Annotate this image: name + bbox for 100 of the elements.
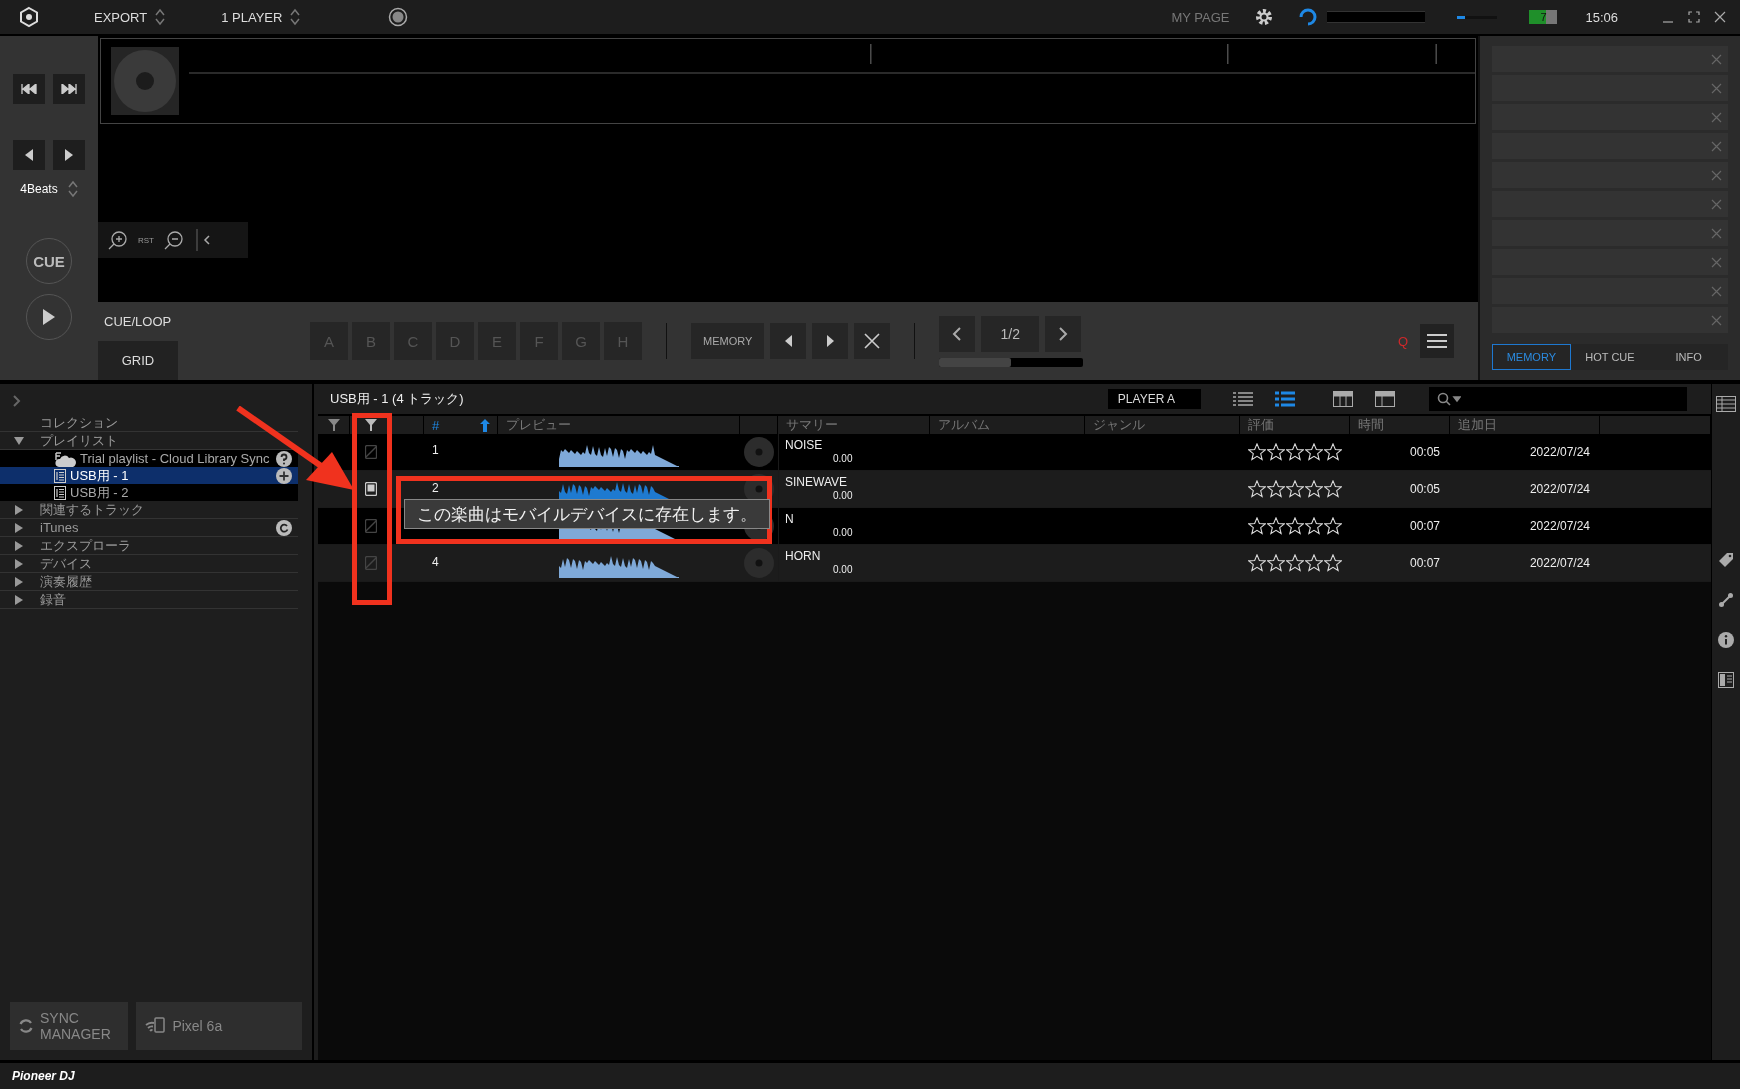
zoom-out-icon[interactable] (164, 230, 184, 250)
bpm-value: 0.00 (832, 452, 854, 465)
playlist-item[interactable]: USB用 - 2 (0, 484, 298, 501)
my-page-link[interactable]: MY PAGE (1171, 9, 1230, 25)
tree-label: iTunes (40, 520, 79, 535)
tree-item[interactable]: デバイス (0, 555, 298, 573)
column-header[interactable]: # (432, 417, 440, 433)
beat-jump-forward-button[interactable] (53, 140, 85, 170)
memory-button[interactable]: MEMORY (691, 323, 765, 359)
track-number: 2 (432, 481, 439, 495)
star-icon (1305, 554, 1323, 572)
playlist-title: USB用 - 1 (4 トラック) (329, 390, 464, 408)
previous-memory-button[interactable] (770, 323, 807, 359)
track-title: SINEWAVE (785, 476, 848, 489)
expanded-triangle-icon[interactable] (14, 435, 24, 446)
beat-jump-back-button[interactable] (13, 140, 45, 170)
collapsed-triangle-icon[interactable] (14, 504, 24, 515)
collapsed-triangle-icon[interactable] (14, 522, 24, 533)
layout-icon[interactable] (1333, 391, 1353, 407)
disc-icon (744, 548, 774, 578)
track-title: NOISE (785, 439, 824, 452)
detailed-list-icon[interactable] (1275, 391, 1295, 407)
collapsed-triangle-icon[interactable] (14, 540, 24, 551)
search-field[interactable] (1429, 387, 1687, 411)
player-selector[interactable]: 1 PLAYER (221, 9, 283, 25)
panel-tab[interactable]: HOT CUE (1570, 344, 1650, 370)
left-triangle-icon (24, 149, 34, 161)
filter-icon[interactable] (327, 419, 340, 431)
sync-manager-button[interactable]: SYNC MANAGER (10, 1002, 129, 1050)
date-added: 2022/07/24 (1528, 518, 1591, 535)
panel-tab[interactable]: GRID (98, 341, 178, 380)
maximize-icon[interactable] (1688, 11, 1700, 23)
tree-label: コレクション (40, 413, 118, 432)
up-down-icon[interactable] (67, 180, 78, 198)
previous-page-button[interactable] (939, 315, 976, 352)
volume-slider[interactable] (1457, 15, 1466, 19)
menu-button[interactable] (1420, 324, 1454, 358)
next-track-button[interactable] (53, 74, 85, 104)
list-view-icon[interactable] (1233, 391, 1253, 407)
up-down-icon[interactable] (155, 8, 166, 26)
info-icon[interactable] (1718, 632, 1734, 648)
previous-track-button[interactable] (13, 74, 45, 104)
star-icon (1286, 517, 1304, 535)
collapsed-triangle-icon[interactable] (14, 594, 24, 605)
playlist-item[interactable]: USB用 - 1 (0, 467, 298, 484)
filter-icon[interactable] (364, 419, 377, 431)
tree-item[interactable]: 関連するトラック (0, 501, 298, 519)
sort-ascending-icon[interactable] (479, 418, 492, 432)
delete-memory-button[interactable] (854, 323, 891, 359)
tree-item[interactable]: 録音 (0, 591, 298, 609)
right-triangle-icon (825, 335, 835, 347)
chevron-right-icon[interactable] (12, 394, 22, 408)
refresh-icon[interactable] (276, 519, 292, 536)
star-icon (1267, 443, 1285, 461)
star-icon (1305, 480, 1323, 498)
star-icon (1324, 554, 1342, 572)
playlist-item[interactable]: Trial playlist - Cloud Library Sync (0, 450, 298, 467)
collapsed-triangle-icon[interactable] (14, 558, 24, 569)
cue-button[interactable]: CUE (26, 238, 72, 284)
book-icon[interactable] (1718, 672, 1734, 688)
close-icon (864, 333, 881, 349)
date-added: 2022/07/24 (1528, 555, 1591, 572)
search-icon (1437, 392, 1461, 406)
mode-selector[interactable]: EXPORT (94, 9, 148, 25)
tag-icon[interactable] (1718, 552, 1734, 568)
beat-jump-size: 4Beats (20, 182, 58, 196)
next-memory-button[interactable] (812, 323, 849, 359)
battery-icon: 7 (1529, 10, 1558, 24)
next-page-button[interactable] (1045, 315, 1082, 352)
device-button[interactable]: Pixel 6a (136, 1002, 302, 1050)
tree-item[interactable]: コレクション (0, 414, 298, 432)
logo-icon (18, 6, 40, 28)
help-icon[interactable] (276, 450, 292, 467)
tooltip: この楽曲はモバイルデバイスに存在します。 (404, 499, 770, 529)
player-selector[interactable]: PLAYER A (1107, 389, 1201, 409)
up-down-icon[interactable] (290, 8, 301, 26)
panel-tab[interactable]: CUE/LOOP (98, 302, 178, 341)
tree-item[interactable]: iTunes (0, 519, 298, 537)
chevron-left-icon (952, 325, 963, 342)
layout-icon[interactable] (1375, 391, 1395, 407)
track-time: 00:07 (1408, 518, 1441, 535)
panel-tab[interactable]: MEMORY (1492, 344, 1571, 370)
link-icon[interactable] (1718, 592, 1734, 608)
zoom-reset-button[interactable]: RST (138, 235, 154, 245)
close-icon[interactable] (1714, 11, 1726, 23)
star-icon (1324, 443, 1342, 461)
zoom-in-icon[interactable] (108, 230, 128, 250)
track-title: N (785, 513, 795, 526)
collapsed-triangle-icon[interactable] (14, 576, 24, 587)
play-button[interactable] (26, 294, 72, 340)
track-time: 00:05 (1408, 444, 1441, 461)
loading-icon (1299, 8, 1318, 26)
tree-item[interactable]: エクスプローラ (0, 537, 298, 555)
panel-tab[interactable]: INFO (1649, 344, 1728, 370)
star-icon (1324, 480, 1342, 498)
add-icon[interactable] (276, 467, 292, 484)
tree-item[interactable]: 演奏履歴 (0, 573, 298, 591)
table-icon[interactable] (1716, 396, 1736, 412)
record-icon[interactable] (388, 7, 409, 27)
playlist-label: USB用 - 1 (70, 466, 129, 485)
